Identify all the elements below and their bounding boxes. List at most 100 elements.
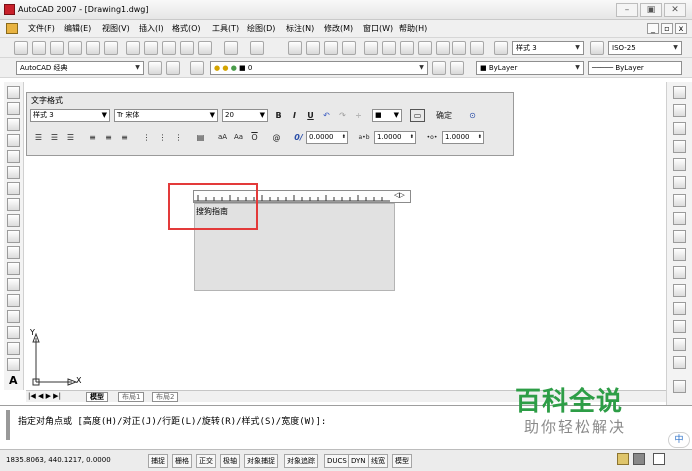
print-icon[interactable] [68, 41, 82, 55]
mirror-icon[interactable] [673, 122, 686, 135]
dyn-toggle[interactable]: DYN [348, 454, 369, 468]
paragraph-icon[interactable]: ☰ [64, 131, 77, 144]
make-block-icon[interactable] [7, 278, 20, 291]
align-right-icon[interactable]: ≡ [118, 131, 131, 144]
redo-icon[interactable]: ↷ [336, 109, 349, 122]
options-icon[interactable]: ⊙ [466, 109, 479, 122]
lock-icon[interactable] [633, 453, 645, 465]
numbering-icon[interactable]: ⋮ [140, 131, 153, 144]
menu-edit[interactable]: 编辑(E) [64, 23, 91, 34]
tool-palettes-icon[interactable] [400, 41, 414, 55]
break-icon[interactable] [673, 284, 686, 297]
spline-icon[interactable] [7, 214, 20, 227]
align-center-icon[interactable]: ≡ [102, 131, 115, 144]
model-toggle[interactable]: 模型 [392, 454, 412, 468]
chamfer-icon[interactable] [673, 320, 686, 333]
table-icon[interactable] [7, 358, 20, 371]
scroll-icon[interactable] [673, 380, 686, 393]
ruler-width-handle[interactable]: ◁▷ [394, 191, 405, 199]
oblique-angle-input[interactable]: 0.0000 ⬍ [306, 131, 348, 144]
menu-help[interactable]: 帮助(H) [399, 23, 427, 34]
undo-icon[interactable]: ↶ [320, 109, 333, 122]
text-style-select[interactable]: 样式 3 ▼ [512, 41, 584, 55]
make-current-icon[interactable] [432, 61, 446, 75]
markup-icon[interactable] [436, 41, 450, 55]
menu-dimension[interactable]: 标注(N) [286, 23, 314, 34]
communication-center-icon[interactable] [617, 453, 629, 465]
align-left-icon[interactable]: ≡ [86, 131, 99, 144]
layer-previous-icon[interactable] [450, 61, 464, 75]
block-editor-icon[interactable] [198, 41, 212, 55]
polygon-icon[interactable] [7, 134, 20, 147]
calculator-icon[interactable] [452, 41, 466, 55]
hatch-icon[interactable] [7, 310, 20, 323]
symbol-button[interactable]: @ [270, 131, 283, 144]
color-select[interactable]: ■ ByLayer ▼ [476, 61, 584, 75]
italic-button[interactable]: I [288, 109, 301, 122]
width-factor-input[interactable]: 1.0000 ⬍ [442, 131, 484, 144]
trim-icon[interactable] [673, 248, 686, 261]
lineweight-toggle[interactable]: 线宽 [368, 454, 388, 468]
array-icon[interactable] [673, 158, 686, 171]
paste-icon[interactable] [162, 41, 176, 55]
tracking-input[interactable]: 1.0000 ⬍ [374, 131, 416, 144]
maximize-button[interactable]: ▣ [640, 3, 662, 17]
sheet-set-icon[interactable] [418, 41, 432, 55]
properties-icon[interactable] [364, 41, 378, 55]
mdi-close-button[interactable]: x [675, 23, 687, 34]
stack-icon[interactable]: ÷ [352, 109, 365, 122]
spinner-icon[interactable]: ⬍ [478, 132, 482, 143]
menu-format[interactable]: 格式(O) [172, 23, 201, 34]
font-dropdown[interactable]: Tr 宋体 ▼ [114, 109, 218, 122]
gradient-icon[interactable] [7, 326, 20, 339]
copy-icon[interactable] [144, 41, 158, 55]
construction-line-icon[interactable] [7, 102, 20, 115]
clean-screen-icon[interactable] [653, 453, 665, 465]
scale-icon[interactable] [673, 212, 686, 225]
open-icon[interactable] [32, 41, 46, 55]
match-properties-icon[interactable] [180, 41, 194, 55]
layer-manager-icon[interactable] [190, 61, 204, 75]
arc-icon[interactable] [7, 166, 20, 179]
ellipse-arc-icon[interactable] [7, 246, 20, 259]
circle-icon[interactable] [7, 182, 20, 195]
move-icon[interactable] [673, 176, 686, 189]
menu-tools[interactable]: 工具(T) [212, 23, 239, 34]
workspace-settings-icon[interactable] [148, 61, 162, 75]
help-icon[interactable] [470, 41, 484, 55]
ellipse-icon[interactable] [7, 230, 20, 243]
insert-block-icon[interactable] [7, 262, 20, 275]
stretch-icon[interactable] [673, 230, 686, 243]
polar-toggle[interactable]: 极轴 [220, 454, 240, 468]
offset-icon[interactable] [673, 140, 686, 153]
minimize-button[interactable]: – [616, 3, 638, 17]
line-icon[interactable] [7, 86, 20, 99]
tab-layout2[interactable]: 布局2 [152, 392, 179, 402]
text-style-dropdown[interactable]: 样式 3 ▼ [30, 109, 110, 122]
menu-window[interactable]: 窗口(W) [363, 23, 393, 34]
spinner-icon[interactable]: ⬍ [342, 132, 346, 143]
mdi-restore-button[interactable]: ▫ [661, 23, 673, 34]
undo-icon[interactable] [224, 41, 238, 55]
fillet-icon[interactable] [673, 338, 686, 351]
uppercase-icon[interactable]: ⋮ [172, 131, 185, 144]
menu-insert[interactable]: 插入(I) [139, 23, 164, 34]
bullets-icon[interactable]: ⋮ [156, 131, 169, 144]
menu-draw[interactable]: 绘图(D) [247, 23, 275, 34]
zoom-window-icon[interactable] [324, 41, 338, 55]
grid-toggle[interactable]: 栅格 [172, 454, 192, 468]
overline-icon[interactable]: O [248, 131, 261, 144]
text-color-dropdown[interactable]: ■ ▼ [372, 109, 402, 122]
ortho-toggle[interactable]: 正交 [196, 454, 216, 468]
save-icon[interactable] [50, 41, 64, 55]
linetype-select[interactable]: ───── ByLayer [588, 61, 682, 75]
multiline-text-icon[interactable]: A [9, 374, 18, 387]
uppercase-text-icon[interactable]: aA [216, 131, 229, 144]
dim-style-select[interactable]: ISO-25 ▼ [608, 41, 682, 55]
cut-icon[interactable] [126, 41, 140, 55]
columns-icon[interactable]: ☰ [32, 131, 45, 144]
insert-field-icon[interactable]: ▤ [194, 131, 207, 144]
text-height-dropdown[interactable]: 20 ▼ [222, 109, 268, 122]
document-icon[interactable] [6, 23, 18, 34]
rotate-icon[interactable] [673, 194, 686, 207]
